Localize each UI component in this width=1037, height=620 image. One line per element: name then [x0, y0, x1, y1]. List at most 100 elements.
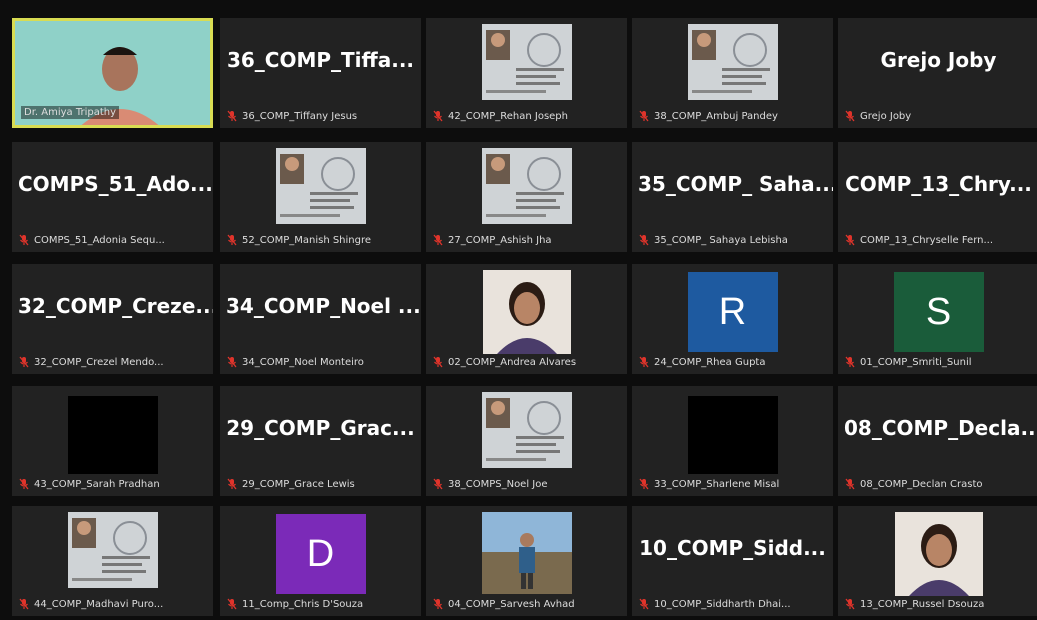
id-card-image	[481, 24, 572, 100]
participant-name-label: 32_COMP_Crezel Mendo...	[18, 356, 164, 368]
participant-name-text: 11_Comp_Chris D'Souza	[242, 598, 364, 610]
avatar-initial: D	[275, 514, 366, 594]
mic-muted-icon	[639, 234, 649, 246]
participant-name-label: 29_COMP_Grace Lewis	[226, 478, 355, 490]
participant-tile[interactable]: D 11_Comp_Chris D'Souza	[220, 506, 421, 616]
participant-name-text: 38_COMPS_Noel Joe	[448, 478, 548, 490]
participant-name-text: 32_COMP_Crezel Mendo...	[34, 356, 164, 368]
participant-tile[interactable]: 13_COMP_Russel Dsouza	[838, 506, 1037, 616]
id-card-image	[67, 512, 158, 588]
participant-name-label: Dr. Amiya Tripathy	[21, 106, 120, 119]
participant-tile[interactable]: 38_COMP_Ambuj Pandey	[632, 18, 833, 128]
participant-display-name: 36_COMP_Tiffa...	[226, 48, 415, 72]
participant-name-text: 01_COMP_Smriti_Sunil	[860, 356, 972, 368]
participant-name-text: 52_COMP_Manish Shingre	[242, 234, 372, 246]
participant-tile[interactable]: 38_COMPS_Noel Joe	[426, 386, 627, 496]
participant-name-label: 10_COMP_Siddharth Dhai...	[638, 598, 791, 610]
participant-name-label: 02_COMP_Andrea Alvares	[432, 356, 576, 368]
participant-tile[interactable]: Dr. Amiya Tripathy	[12, 18, 213, 128]
participant-tile[interactable]: 43_COMP_Sarah Pradhan	[12, 386, 213, 496]
participant-tile[interactable]: 52_COMP_Manish Shingre	[220, 142, 421, 252]
participant-tile[interactable]: 27_COMP_Ashish Jha	[426, 142, 627, 252]
participant-grid: Dr. Amiya Tripathy 36_COMP_Tiffa... 36_COM…	[0, 0, 1037, 620]
participant-name-text: 08_COMP_Declan Crasto	[860, 478, 983, 490]
participant-name-label: 13_COMP_Russel Dsouza	[844, 598, 984, 610]
participant-tile[interactable]: 42_COMP_Rehan Joseph	[426, 18, 627, 128]
participant-name-text: 02_COMP_Andrea Alvares	[448, 356, 577, 368]
participant-name-label: 42_COMP_Rehan Joseph	[432, 110, 568, 122]
mic-muted-icon	[433, 598, 443, 610]
participant-name-text: 43_COMP_Sarah Pradhan	[34, 478, 160, 490]
participant-tile[interactable]: 35_COMP_ Saha... 35_COMP_ Sahaya Lebisha	[632, 142, 833, 252]
participant-tile[interactable]: 44_COMP_Madhavi Puro...	[12, 506, 213, 616]
participant-tile[interactable]: 08_COMP_Decla... 08_COMP_Declan Crasto	[838, 386, 1037, 496]
participant-name-text: 36_COMP_Tiffany Jesus	[242, 110, 358, 122]
participant-name-label: COMPS_51_Adonia Sequ...	[18, 234, 165, 246]
mic-muted-icon	[845, 356, 855, 368]
mic-muted-icon	[227, 234, 237, 246]
participant-name-label: 38_COMP_Ambuj Pandey	[638, 110, 778, 122]
mic-muted-icon	[639, 110, 649, 122]
participant-name-text: Dr. Amiya Tripathy	[21, 106, 120, 119]
mic-muted-icon	[845, 110, 855, 122]
participant-name-text: COMPS_51_Adonia Sequ...	[34, 234, 165, 246]
participant-name-text: 33_COMP_Sharlene Misal	[654, 478, 780, 490]
participant-tile[interactable]: COMP_13_Chry... COMP_13_Chryselle Fern...	[838, 142, 1037, 252]
participant-display-name: 10_COMP_Sidd...	[639, 536, 826, 560]
profile-photo	[482, 270, 571, 354]
participant-name-label: 24_COMP_Rhea Gupta	[638, 356, 765, 368]
participant-display-name: 35_COMP_ Saha...	[638, 172, 833, 196]
participant-name-label: 11_Comp_Chris D'Souza	[226, 598, 363, 610]
participant-name-text: 34_COMP_Noel Monteiro	[242, 356, 364, 368]
participant-tile[interactable]: 29_COMP_Grac... 29_COMP_Grace Lewis	[220, 386, 421, 496]
participant-name-text: 35_COMP_ Sahaya Lebisha	[654, 234, 788, 246]
id-card-image	[687, 24, 778, 100]
participant-tile[interactable]: 33_COMP_Sharlene Misal	[632, 386, 833, 496]
participant-tile[interactable]: 32_COMP_Creze... 32_COMP_Crezel Mendo...	[12, 264, 213, 374]
id-card-image	[481, 148, 572, 224]
mic-muted-icon	[639, 598, 649, 610]
mic-muted-icon	[19, 234, 29, 246]
participant-tile[interactable]: 10_COMP_Sidd... 10_COMP_Siddharth Dhai...	[632, 506, 833, 616]
profile-photo	[894, 512, 983, 596]
mic-muted-icon	[639, 478, 649, 490]
participant-tile[interactable]: 36_COMP_Tiffa... 36_COMP_Tiffany Jesus	[220, 18, 421, 128]
participant-name-label: 43_COMP_Sarah Pradhan	[18, 478, 160, 490]
participant-name-label: COMP_13_Chryselle Fern...	[844, 234, 993, 246]
video-off-placeholder	[67, 396, 158, 474]
participant-tile[interactable]: 02_COMP_Andrea Alvares	[426, 264, 627, 374]
mic-muted-icon	[639, 356, 649, 368]
participant-name-text: 42_COMP_Rehan Joseph	[448, 110, 568, 122]
mic-muted-icon	[433, 110, 443, 122]
participant-name-label: 33_COMP_Sharlene Misal	[638, 478, 779, 490]
participant-name-text: 04_COMP_Sarvesh Avhad	[448, 598, 575, 610]
participant-display-name: 34_COMP_Noel ...	[226, 294, 421, 318]
participant-name-label: 01_COMP_Smriti_Sunil	[844, 356, 972, 368]
participant-display-name: COMPS_51_Ado...	[18, 172, 213, 196]
participant-name-label: 27_COMP_Ashish Jha	[432, 234, 552, 246]
participant-name-text: 24_COMP_Rhea Gupta	[654, 356, 766, 368]
participant-tile[interactable]: 34_COMP_Noel ... 34_COMP_Noel Monteiro	[220, 264, 421, 374]
outdoor-photo	[481, 512, 572, 594]
participant-tile[interactable]: R 24_COMP_Rhea Gupta	[632, 264, 833, 374]
mic-muted-icon	[19, 598, 29, 610]
participant-tile[interactable]: Grejo Joby Grejo Joby	[838, 18, 1037, 128]
mic-muted-icon	[19, 356, 29, 368]
mic-muted-icon	[19, 478, 29, 490]
participant-name-text: 29_COMP_Grace Lewis	[242, 478, 355, 490]
mic-muted-icon	[227, 110, 237, 122]
participant-tile[interactable]: 04_COMP_Sarvesh Avhad	[426, 506, 627, 616]
mic-muted-icon	[227, 356, 237, 368]
id-card-image	[481, 392, 572, 468]
participant-name-label: 08_COMP_Declan Crasto	[844, 478, 982, 490]
participant-name-label: 35_COMP_ Sahaya Lebisha	[638, 234, 788, 246]
participant-display-name: COMP_13_Chry...	[845, 172, 1032, 196]
avatar-initial: R	[687, 272, 778, 352]
mic-muted-icon	[845, 478, 855, 490]
participant-name-label: Grejo Joby	[844, 110, 911, 122]
participant-name-label: 38_COMPS_Noel Joe	[432, 478, 548, 490]
participant-tile[interactable]: S 01_COMP_Smriti_Sunil	[838, 264, 1037, 374]
participant-name-label: 36_COMP_Tiffany Jesus	[226, 110, 357, 122]
participant-tile[interactable]: COMPS_51_Ado... COMPS_51_Adonia Sequ...	[12, 142, 213, 252]
mic-muted-icon	[433, 356, 443, 368]
